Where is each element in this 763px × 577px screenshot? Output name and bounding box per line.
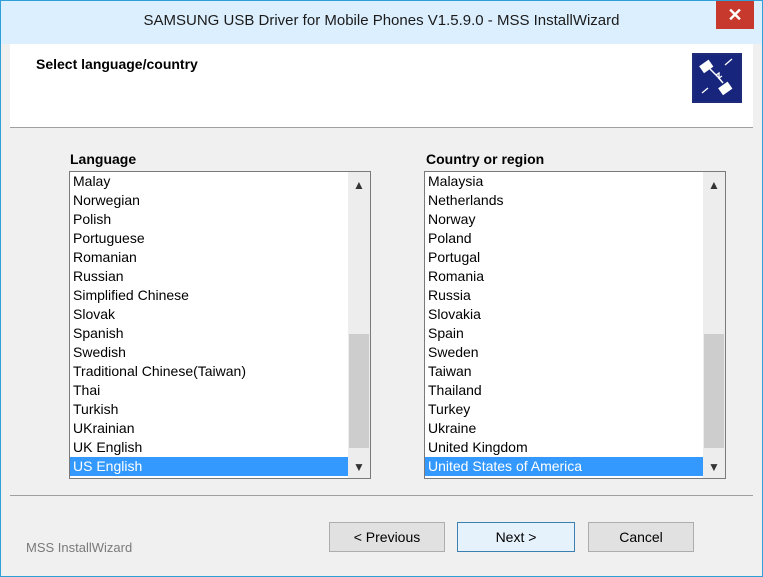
list-item[interactable]: UKrainian xyxy=(70,419,348,438)
close-button[interactable]: ✕ xyxy=(716,1,754,29)
previous-button[interactable]: < Previous xyxy=(329,522,445,552)
footer-divider xyxy=(10,495,753,496)
list-item[interactable]: US English xyxy=(70,457,348,476)
list-item[interactable]: Portuguese xyxy=(70,229,348,248)
scroll-down-icon[interactable]: ▼ xyxy=(348,458,370,476)
country-items: Malaysia Netherlands Norway Poland Portugal R… xyxy=(425,172,703,476)
list-item[interactable]: Turkish xyxy=(70,400,348,419)
list-item[interactable]: Sweden xyxy=(425,343,703,362)
next-button[interactable]: Next > xyxy=(457,522,575,552)
page-title: Select language/country xyxy=(36,56,198,72)
list-item[interactable]: Malay xyxy=(70,172,348,191)
list-item[interactable]: Simplified Chinese xyxy=(70,286,348,305)
language-items: Malay Norwegian Polish Portuguese Romanian Ru… xyxy=(70,172,348,476)
scroll-thumb[interactable] xyxy=(704,334,724,448)
list-item[interactable]: Spanish xyxy=(70,324,348,343)
list-item[interactable]: Slovakia xyxy=(425,305,703,324)
list-item[interactable]: Turkey xyxy=(425,400,703,419)
country-label: Country or region xyxy=(426,151,545,167)
title-bar[interactable]: SAMSUNG USB Driver for Mobile Phones V1.… xyxy=(1,1,762,44)
window-title: SAMSUNG USB Driver for Mobile Phones V1.… xyxy=(143,12,620,29)
scroll-up-icon[interactable]: ▲ xyxy=(703,176,725,194)
country-scrollbar[interactable]: ▲ ▼ xyxy=(703,172,725,478)
list-item[interactable]: Russian xyxy=(70,267,348,286)
list-item[interactable]: Swedish xyxy=(70,343,348,362)
scroll-down-icon[interactable]: ▼ xyxy=(703,458,725,476)
language-listbox[interactable]: Malay Norwegian Polish Portuguese Romanian Ru… xyxy=(69,171,371,479)
usb-transfer-icon xyxy=(692,53,742,103)
country-listbox[interactable]: Malaysia Netherlands Norway Poland Portugal R… xyxy=(424,171,726,479)
list-item[interactable]: Slovak xyxy=(70,305,348,324)
list-item[interactable]: United Kingdom xyxy=(425,438,703,457)
footer-brand: MSS InstallWizard xyxy=(26,540,133,555)
list-item[interactable]: Thailand xyxy=(425,381,703,400)
scroll-thumb[interactable] xyxy=(349,334,369,448)
list-item[interactable]: Romanian xyxy=(70,248,348,267)
language-scrollbar[interactable]: ▲ ▼ xyxy=(348,172,370,478)
list-item[interactable]: Polish xyxy=(70,210,348,229)
list-item[interactable]: UK English xyxy=(70,438,348,457)
header-panel: Select language/country xyxy=(10,44,753,127)
list-item[interactable]: Malaysia xyxy=(425,172,703,191)
list-item[interactable]: Norway xyxy=(425,210,703,229)
header-divider xyxy=(10,127,753,128)
list-item[interactable]: Norwegian xyxy=(70,191,348,210)
list-item[interactable]: Spain xyxy=(425,324,703,343)
list-item[interactable]: Thai xyxy=(70,381,348,400)
scroll-up-icon[interactable]: ▲ xyxy=(348,176,370,194)
language-label: Language xyxy=(70,151,137,167)
list-item[interactable]: Russia xyxy=(425,286,703,305)
cancel-button[interactable]: Cancel xyxy=(588,522,694,552)
list-item[interactable]: Traditional Chinese(Taiwan) xyxy=(70,362,348,381)
list-item[interactable]: Netherlands xyxy=(425,191,703,210)
list-item[interactable]: Taiwan xyxy=(425,362,703,381)
installer-window: SAMSUNG USB Driver for Mobile Phones V1.… xyxy=(0,0,763,577)
list-item[interactable]: Ukraine xyxy=(425,419,703,438)
list-item[interactable]: Romania xyxy=(425,267,703,286)
list-item[interactable]: Poland xyxy=(425,229,703,248)
list-item[interactable]: Portugal xyxy=(425,248,703,267)
list-item[interactable]: United States of America xyxy=(425,457,703,476)
